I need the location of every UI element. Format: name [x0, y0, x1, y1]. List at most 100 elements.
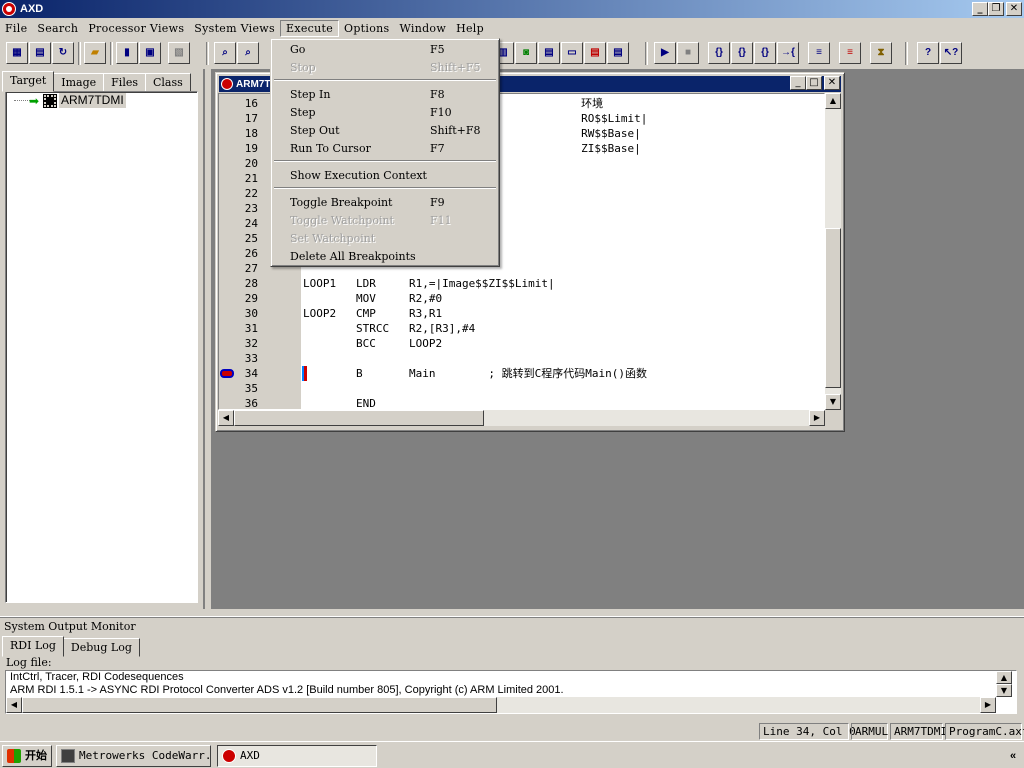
menu-item-step-out[interactable]: Step Out Shift+F8	[274, 122, 496, 140]
find-next-icon[interactable]: ⌕	[237, 42, 259, 64]
line-number: 17	[244, 112, 258, 125]
menu-item-shortcut: F11	[430, 214, 452, 227]
app-title: AXD	[20, 3, 44, 15]
disabled-tool-icon: ▧	[168, 42, 190, 64]
codewarrior-icon	[61, 749, 75, 763]
tab-image[interactable]: Image	[53, 73, 105, 92]
memory-icon[interactable]: ▤	[584, 42, 606, 64]
tab-debug-log[interactable]: Debug Log	[62, 638, 140, 657]
code-line: BCC LOOP2	[303, 337, 443, 350]
watch-icon[interactable]: ◙	[515, 42, 537, 64]
menu-item-shortcut: F9	[430, 196, 445, 209]
menu-item-step[interactable]: Step F10	[274, 104, 496, 122]
source-close-button[interactable]: ✕	[824, 76, 840, 90]
taskbar-item-codewarrior[interactable]: Metrowerks CodeWarr...	[56, 745, 211, 767]
log-scroll-up-icon[interactable]: ▲	[996, 671, 1012, 684]
console-icon[interactable]: ▭	[561, 42, 583, 64]
log-scroll-right-icon[interactable]: ▶	[980, 697, 996, 713]
log-scroll-down-icon[interactable]: ▼	[996, 684, 1012, 697]
scroll-left-icon[interactable]: ◀	[218, 410, 234, 426]
resize-grip-icon[interactable]	[825, 410, 841, 426]
menu-processor-views[interactable]: Processor Views	[83, 21, 189, 36]
reload-icon[interactable]: ↻	[52, 42, 74, 64]
menu-help[interactable]: Help	[451, 21, 489, 36]
execution-point-icon[interactable]	[220, 369, 234, 378]
target-panel-tabs: Target Image Files Class	[2, 71, 191, 92]
log-vertical-scrollbar[interactable]: ▲ ▼	[996, 671, 1012, 697]
hourglass-icon[interactable]: ⧗	[870, 42, 892, 64]
run-to-cursor-icon[interactable]: →{	[777, 42, 799, 64]
step-icon[interactable]: {}	[731, 42, 753, 64]
find-icon[interactable]: ⌕	[214, 42, 236, 64]
image-icon[interactable]: ▤	[29, 42, 51, 64]
menu-item-label: Toggle Breakpoint	[290, 196, 393, 209]
tab-target[interactable]: Target	[2, 71, 55, 92]
source-minimize-button[interactable]: _	[790, 76, 806, 90]
source-vertical-scrollbar[interactable]: ▲ ▼	[825, 93, 841, 410]
menu-item-stop: Stop Shift+F5	[274, 59, 496, 77]
menu-item-label: Run To Cursor	[290, 142, 371, 155]
menu-item-go[interactable]: Go F5	[274, 41, 496, 59]
source-maximize-button[interactable]: □	[806, 76, 822, 90]
menu-execute[interactable]: Execute	[279, 20, 340, 37]
tray-expand-icon[interactable]: «	[1004, 746, 1022, 766]
menu-item-toggle-breakpoint[interactable]: Toggle Breakpoint F9	[274, 194, 496, 212]
taskbar: 开始 Metrowerks CodeWarr... AXD «	[0, 741, 1024, 768]
line-number: 32	[244, 337, 258, 350]
restore-button[interactable]: ❐	[988, 2, 1004, 16]
log-horizontal-scrollbar[interactable]: ◀ ▶	[6, 697, 996, 713]
log-output[interactable]: IntCtrl, Tracer, RDI Codesequences ARM R…	[5, 670, 1017, 714]
scroll-up-icon[interactable]: ▲	[825, 93, 841, 109]
source-window-icon	[221, 78, 233, 90]
menu-item-shortcut: F10	[430, 106, 452, 119]
step-in-icon[interactable]: {}	[708, 42, 730, 64]
menu-item-delete-all-breakpoints[interactable]: Delete All Breakpoints	[274, 248, 496, 266]
line-number: 21	[244, 172, 258, 185]
step-out-icon[interactable]: {}	[754, 42, 776, 64]
taskbar-item-axd[interactable]: AXD	[217, 745, 377, 767]
menu-item-step-in[interactable]: Step In F8	[274, 86, 496, 104]
session-icon[interactable]: ▣	[139, 42, 161, 64]
watchpoint-icon[interactable]: ≡	[839, 42, 861, 64]
help-icon[interactable]: ?	[917, 42, 939, 64]
log-hscroll-thumb[interactable]	[22, 697, 497, 713]
toggle-breakpoint-icon[interactable]: ≡	[808, 42, 830, 64]
axd-app-icon[interactable]	[2, 2, 16, 16]
source-vscroll-thumb[interactable]	[825, 228, 841, 388]
menu-system-views[interactable]: System Views	[189, 21, 280, 36]
menu-item-run-to-cursor[interactable]: Run To Cursor F7	[274, 140, 496, 158]
menu-search[interactable]: Search	[32, 21, 83, 36]
target-tree[interactable]: ➡ ARM7TDMI	[5, 91, 198, 603]
open-folder-icon[interactable]: ▰	[84, 42, 106, 64]
menu-file[interactable]: File	[0, 21, 32, 36]
tab-files[interactable]: Files	[103, 73, 146, 92]
close-button[interactable]: ✕	[1006, 2, 1022, 16]
line-number: 22	[244, 187, 258, 200]
target-icon[interactable]: ▦	[6, 42, 28, 64]
go-icon[interactable]: ▶	[654, 42, 676, 64]
axd-taskbar-icon	[222, 749, 236, 763]
variables-icon[interactable]: ▤	[538, 42, 560, 64]
menu-window[interactable]: Window	[394, 21, 451, 36]
scroll-down-icon[interactable]: ▼	[825, 394, 841, 410]
line-number: 18	[244, 127, 258, 140]
context-help-icon[interactable]: ↖?	[940, 42, 962, 64]
tab-rdi-log[interactable]: RDI Log	[2, 636, 64, 657]
line-number: 36	[244, 397, 258, 410]
source-hscroll-thumb[interactable]	[234, 410, 484, 426]
scroll-right-icon[interactable]: ▶	[809, 410, 825, 426]
minimize-button[interactable]: _	[972, 2, 988, 16]
log-scroll-left-icon[interactable]: ◀	[6, 697, 22, 713]
load-icon[interactable]: ▮	[116, 42, 138, 64]
disassembly-icon[interactable]: ▤	[607, 42, 629, 64]
menu-options[interactable]: Options	[339, 21, 394, 36]
source-horizontal-scrollbar[interactable]: ◀ ▶	[218, 410, 825, 426]
menu-item-toggle-watchpoint: Toggle Watchpoint F11	[274, 212, 496, 230]
status-image-file: ProgramC.axf	[945, 723, 1024, 740]
start-button[interactable]: 开始	[2, 745, 52, 767]
taskbar-item-label: Metrowerks CodeWarr...	[79, 749, 211, 762]
menu-item-show-execution-context[interactable]: Show Execution Context	[274, 167, 496, 185]
tab-class[interactable]: Class	[145, 73, 191, 92]
tree-node-arm7tdmi[interactable]: ARM7TDMI	[59, 93, 126, 108]
line-number: 24	[244, 217, 258, 230]
